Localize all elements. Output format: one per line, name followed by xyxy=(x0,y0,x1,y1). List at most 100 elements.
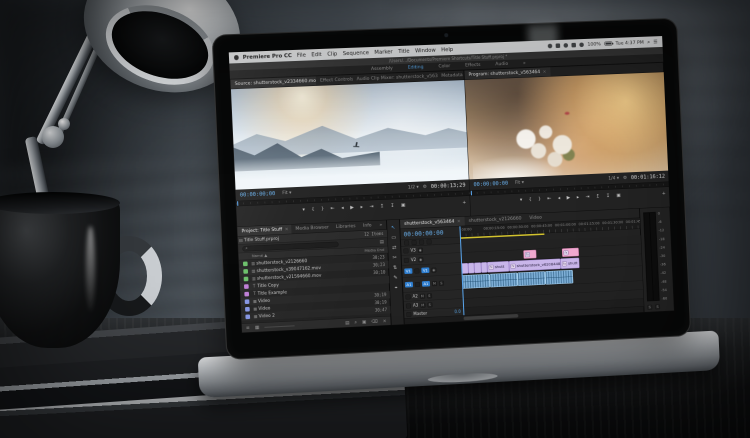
video-clip[interactable]: fxshutt xyxy=(487,261,509,273)
apple-menu-icon[interactable] xyxy=(234,55,239,60)
program-fit-dropdown[interactable]: Fit ▾ xyxy=(515,180,524,185)
label-color-chip[interactable] xyxy=(245,314,250,319)
menu-bar-clock[interactable]: Tue 4:37 PM xyxy=(615,39,643,46)
close-icon[interactable]: × xyxy=(457,219,461,224)
source-current-timecode[interactable]: 00:00:00;00 xyxy=(240,190,276,198)
go-to-in-button[interactable]: ⇤ xyxy=(547,195,551,201)
bluetooth-icon[interactable] xyxy=(564,43,569,48)
program-settings-icon[interactable]: ⚙ xyxy=(623,175,627,180)
menu-clip[interactable]: Clip xyxy=(327,51,337,57)
solo-button[interactable]: S xyxy=(427,293,432,298)
spotlight-icon[interactable]: ⌕ xyxy=(647,39,650,45)
title-clip[interactable]: fx xyxy=(562,248,579,257)
mark-out-button[interactable]: } xyxy=(538,196,541,202)
audio-clip[interactable] xyxy=(490,273,518,288)
new-item-button[interactable]: ⌫ xyxy=(371,319,378,324)
wifi-icon[interactable] xyxy=(572,43,577,48)
find-button[interactable]: ⌕ xyxy=(354,320,357,325)
list-view-button[interactable]: ≡ xyxy=(246,325,250,330)
icon-view-button[interactable]: ▦ xyxy=(255,325,260,330)
lift-button[interactable]: ↥ xyxy=(596,193,600,199)
lock-icon[interactable] xyxy=(414,268,419,273)
razor-tool[interactable]: ✂ xyxy=(392,255,396,261)
solo-right-button[interactable]: S xyxy=(655,304,660,309)
linked-selection-icon[interactable] xyxy=(419,240,424,245)
app-menu[interactable]: Premiere Pro CC xyxy=(243,53,292,61)
audio-clip[interactable] xyxy=(545,270,573,285)
audio-clip[interactable] xyxy=(462,274,490,289)
scrollbar-thumb[interactable] xyxy=(464,314,519,320)
workspace-color[interactable]: Color xyxy=(438,64,450,69)
timeline-settings-icon[interactable] xyxy=(404,240,409,245)
overwrite-button[interactable]: ↧ xyxy=(390,203,394,209)
workspace-assembly[interactable]: Assembly xyxy=(371,66,393,72)
workspace-overflow-icon[interactable]: » xyxy=(523,61,526,66)
label-color-chip[interactable] xyxy=(245,307,250,312)
audio-clip[interactable] xyxy=(517,271,545,286)
automate-to-sequence-button[interactable]: ▤ xyxy=(345,320,350,325)
snap-icon[interactable] xyxy=(411,240,416,245)
source-fit-dropdown[interactable]: Fit ▾ xyxy=(282,190,291,195)
source-zoom-dropdown[interactable]: 1/2 ▾ xyxy=(408,185,419,190)
program-playhead[interactable] xyxy=(471,191,472,196)
label-color-chip[interactable] xyxy=(245,299,250,304)
extract-button[interactable]: ↧ xyxy=(606,193,610,199)
lock-icon[interactable] xyxy=(415,282,420,287)
menu-edit[interactable]: Edit xyxy=(311,51,322,57)
master-level[interactable]: 0.0 xyxy=(454,309,461,314)
solo-button[interactable]: S xyxy=(427,302,432,307)
video-clip[interactable]: fxshutt xyxy=(560,258,579,269)
menu-help[interactable]: Help xyxy=(441,46,453,52)
source-playhead[interactable] xyxy=(237,201,238,206)
label-color-chip[interactable] xyxy=(243,261,248,266)
notification-center-icon[interactable]: ☰ xyxy=(653,39,657,45)
source-patch-a1[interactable]: A1 xyxy=(405,282,413,288)
selection-tool[interactable]: ↖ xyxy=(391,225,395,231)
insert-button[interactable]: ↥ xyxy=(380,203,384,209)
eye-icon[interactable]: ◉ xyxy=(418,257,423,262)
eye-icon[interactable]: ◉ xyxy=(418,247,423,252)
title-clip[interactable]: fx xyxy=(523,250,536,259)
add-marker-button[interactable]: ▾ xyxy=(520,197,523,203)
menu-sequence[interactable]: Sequence xyxy=(343,50,369,57)
mute-button[interactable]: M xyxy=(432,281,437,286)
label-color-chip[interactable] xyxy=(244,284,249,289)
workspace-editing[interactable]: Editing xyxy=(408,65,424,71)
go-to-out-button[interactable]: ⇥ xyxy=(585,194,589,200)
lock-icon[interactable] xyxy=(403,248,408,253)
close-icon[interactable]: × xyxy=(543,69,547,74)
track-target-v1[interactable]: V1 xyxy=(421,267,429,273)
workspace-audio[interactable]: Audio xyxy=(495,61,508,66)
program-zoom-dropdown[interactable]: 1/4 ▾ xyxy=(608,176,619,181)
panel-overflow-icon[interactable]: » xyxy=(375,220,386,230)
play-button[interactable]: ▶ xyxy=(350,204,354,210)
menu-title[interactable]: Title xyxy=(398,48,410,54)
mark-out-button[interactable]: } xyxy=(321,206,324,212)
go-to-in-button[interactable]: ⇤ xyxy=(331,205,335,211)
track-target-a1[interactable]: A1 xyxy=(422,281,430,287)
button-editor-icon[interactable]: + xyxy=(662,190,666,196)
lock-icon[interactable] xyxy=(405,294,410,299)
zoom-slider[interactable] xyxy=(264,325,294,328)
mark-in-button[interactable]: { xyxy=(529,196,532,202)
label-color-chip[interactable] xyxy=(243,269,248,274)
step-forward-button[interactable]: ▸ xyxy=(360,204,363,210)
tab-info[interactable]: Info xyxy=(359,221,376,231)
source-patch-v1[interactable]: V1 xyxy=(404,268,412,274)
add-marker-button[interactable]: ▾ xyxy=(302,207,305,213)
export-frame-button[interactable]: ▣ xyxy=(616,192,621,198)
menu-marker[interactable]: Marker xyxy=(374,49,393,56)
timeline-playhead-timecode[interactable]: 00:00:00:00 xyxy=(404,229,444,238)
eye-icon[interactable]: ◉ xyxy=(431,267,436,272)
status-icon-1[interactable] xyxy=(548,43,553,48)
step-back-button[interactable]: ◂ xyxy=(558,195,561,201)
go-to-out-button[interactable]: ⇥ xyxy=(369,203,373,209)
program-current-timecode[interactable]: 00:00:00:00 xyxy=(473,180,508,188)
menu-file[interactable]: File xyxy=(297,52,306,58)
mute-button[interactable]: M xyxy=(420,293,425,298)
mark-in-button[interactable]: { xyxy=(311,206,314,212)
tab-sequence-3[interactable]: Video xyxy=(525,213,546,223)
hand-tool[interactable]: ⌖ xyxy=(395,285,398,291)
delete-button[interactable]: × xyxy=(383,318,387,323)
volume-icon[interactable] xyxy=(579,42,584,47)
